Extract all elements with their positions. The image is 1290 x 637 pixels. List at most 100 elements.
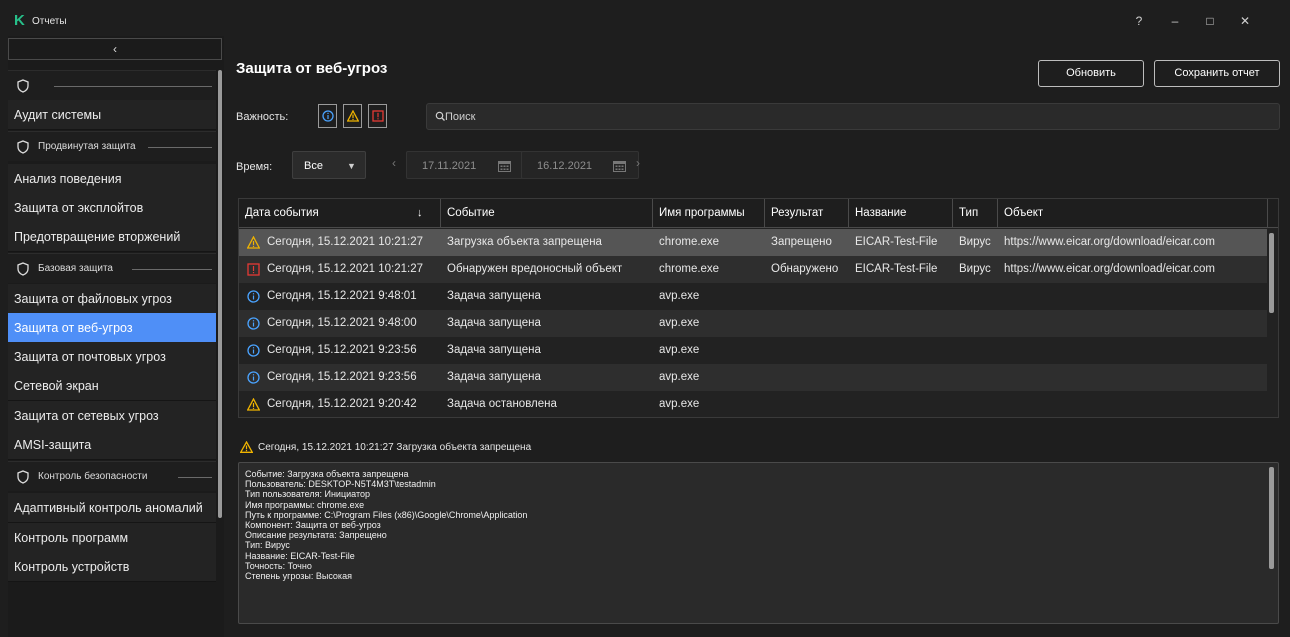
chevron-left-icon: ‹: [113, 42, 117, 56]
table-row[interactable]: Сегодня, 15.12.2021 9:48:00 Задача запуще…: [239, 310, 1267, 337]
column-header-result[interactable]: Результат: [765, 199, 849, 228]
warning-icon: [240, 441, 253, 453]
date-to-value: 16.12.2021: [537, 160, 593, 172]
column-header-program[interactable]: Имя программы: [653, 199, 765, 228]
sidebar-item[interactable]: Защита от эксплойтов: [8, 193, 216, 223]
cell-result: Обнаружено: [771, 263, 839, 275]
sidebar-item[interactable]: Контроль устройств: [8, 552, 216, 582]
group-divider: [54, 86, 212, 87]
cell-program: avp.exe: [659, 317, 700, 329]
column-header-event[interactable]: Событие: [441, 199, 653, 228]
advanced-shield-icon: [17, 140, 29, 154]
sidebar-item[interactable]: Защита от веб-угроз: [8, 313, 216, 343]
severity-info-toggle[interactable]: [318, 104, 337, 128]
cell-program: avp.exe: [659, 371, 700, 383]
page-title: Защита от веб-угроз: [236, 60, 388, 77]
save-report-button[interactable]: Сохранить отчет: [1154, 60, 1280, 87]
column-header-object[interactable]: Объект: [998, 199, 1268, 228]
column-header-date[interactable]: Дата события: [239, 199, 441, 228]
sidebar-item[interactable]: Аудит системы: [8, 100, 216, 130]
cell-event: Задача запущена: [447, 317, 541, 329]
cell-date: Сегодня, 15.12.2021 10:21:27: [267, 236, 423, 248]
sidebar-group-label: Продвинутая защита: [38, 141, 136, 152]
table-row[interactable]: Сегодня, 15.12.2021 10:21:27 Обнаружен вр…: [239, 256, 1267, 283]
shield-icon: [17, 262, 29, 276]
info-icon: [247, 290, 260, 303]
details-line: Описание результата: Запрещено: [245, 530, 387, 541]
sidebar: ‹ Аудит системы Продвинутая защита Анализ …: [8, 36, 224, 637]
date-prev-icon[interactable]: ‹: [392, 156, 402, 170]
details-line: Компонент: Защита от веб-угроз: [245, 520, 381, 531]
sidebar-item[interactable]: Адаптивный контроль аномалий: [8, 493, 216, 523]
sidebar-item[interactable]: Анализ поведения: [8, 164, 216, 194]
title-bar: K Отчеты ? – □ ✕: [8, 6, 1290, 36]
cell-event: Задача запущена: [447, 371, 541, 383]
calendar-icon: [498, 161, 511, 172]
group-divider: [132, 269, 212, 270]
details-textbox[interactable]: Событие: Загрузка объекта запрещена Польз…: [238, 462, 1279, 624]
sidebar-item[interactable]: Предотвращение вторжений: [8, 222, 216, 252]
severity-critical-toggle[interactable]: [368, 104, 387, 128]
maximize-button[interactable]: □: [1203, 14, 1217, 28]
info-icon: [247, 317, 260, 330]
cell-date: Сегодня, 15.12.2021 10:21:27: [267, 263, 423, 275]
cell-program: avp.exe: [659, 344, 700, 356]
details-scrollbar[interactable]: [1269, 467, 1274, 569]
details-line: Точность: Точно: [245, 560, 312, 571]
sidebar-group: Продвинутая защита: [8, 131, 216, 161]
group-divider: [178, 477, 212, 478]
sidebar-item[interactable]: Контроль программ: [8, 523, 216, 553]
table-row[interactable]: Сегодня, 15.12.2021 9:23:56 Задача запуще…: [239, 364, 1267, 391]
cell-event: Задача остановлена: [447, 398, 557, 410]
date-from-value: 17.11.2021: [422, 160, 477, 172]
table-row[interactable]: Сегодня, 15.12.2021 10:21:27 Загрузка объ…: [239, 229, 1267, 256]
sidebar-group-label: Контроль безопасности: [38, 471, 148, 482]
cell-date: Сегодня, 15.12.2021 9:48:00: [267, 317, 417, 329]
help-button[interactable]: ?: [1132, 14, 1146, 28]
sidebar-item[interactable]: Защита от файловых угроз: [8, 284, 216, 314]
refresh-button[interactable]: Обновить: [1038, 60, 1144, 87]
date-to-field[interactable]: 16.12.2021: [521, 151, 639, 179]
collapse-sidebar-button[interactable]: ‹: [8, 38, 222, 60]
details-lines: Событие: Загрузка объекта запрещена Польз…: [245, 469, 527, 581]
details-title: Сегодня, 15.12.2021 10:21:27 Загрузка об…: [258, 442, 532, 453]
details-line: Событие: Загрузка объекта запрещена: [245, 469, 409, 479]
table-row[interactable]: Сегодня, 15.12.2021 9:48:01 Задача запуще…: [239, 283, 1267, 310]
cell-name: EICAR-Test-File: [855, 236, 938, 248]
table-row[interactable]: Сегодня, 15.12.2021 9:20:42 Задача остано…: [239, 391, 1267, 417]
info-icon: [247, 371, 260, 384]
cell-program: avp.exe: [659, 290, 700, 302]
sort-down-icon[interactable]: ↓: [417, 199, 423, 228]
cell-date: Сегодня, 15.12.2021 9:23:56: [267, 344, 417, 356]
time-label: Время:: [236, 161, 273, 173]
sidebar-item[interactable]: Защита от сетевых угроз: [8, 401, 216, 431]
date-next-icon[interactable]: ›: [636, 156, 646, 170]
critical-icon: [247, 263, 260, 276]
cell-program: chrome.exe: [659, 236, 720, 248]
sidebar-item[interactable]: Защита от почтовых угроз: [8, 342, 216, 372]
severity-warning-toggle[interactable]: [343, 104, 362, 128]
cell-date: Сегодня, 15.12.2021 9:20:42: [267, 398, 417, 410]
minimize-button[interactable]: –: [1168, 14, 1182, 28]
column-header-name[interactable]: Название: [849, 199, 953, 228]
details-line: Пользователь: DESKTOP-N5T4M3T\testadmin: [245, 479, 436, 490]
close-button[interactable]: ✕: [1238, 14, 1252, 28]
sidebar-item[interactable]: AMSI-защита: [8, 430, 216, 460]
details-line: Тип: Вирус: [245, 540, 290, 551]
info-icon: [322, 110, 334, 122]
events-table: Дата события ↓ Событие Имя программы Рез…: [238, 198, 1279, 418]
cell-object: https://www.eicar.org/download/eicar.com: [1004, 263, 1215, 275]
sidebar-scrollbar[interactable]: [218, 70, 222, 518]
date-from-field[interactable]: 17.11.2021: [406, 151, 524, 179]
table-row[interactable]: Сегодня, 15.12.2021 9:23:56 Задача запуще…: [239, 337, 1267, 364]
sidebar-item[interactable]: Сетевой экран: [8, 371, 216, 401]
table-scrollbar[interactable]: [1269, 233, 1274, 313]
column-header-type[interactable]: Тип: [953, 199, 998, 228]
sidebar-group: Контроль безопасности: [8, 461, 216, 491]
search-input[interactable]: Поиск: [426, 103, 1280, 130]
warning-icon: [247, 236, 260, 249]
cell-type: Вирус: [959, 263, 991, 275]
time-range-select[interactable]: Все ▼: [292, 151, 366, 179]
sidebar-group-label: Базовая защита: [38, 263, 113, 274]
shield-icon: [17, 79, 29, 93]
